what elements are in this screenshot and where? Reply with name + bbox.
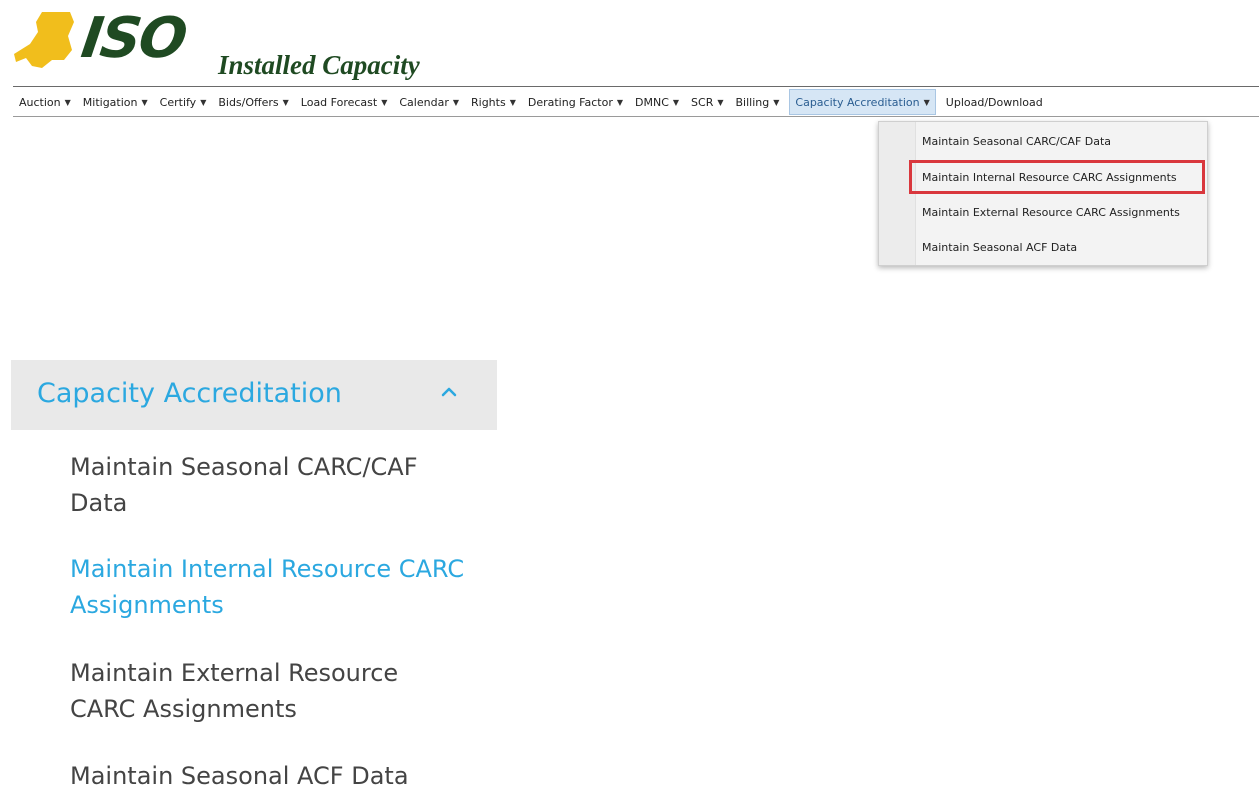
caret-down-icon: ▼: [672, 97, 680, 107]
side-item-seasonal-acf[interactable]: Maintain Seasonal ACF Data: [70, 758, 470, 794]
caret-down-icon: ▼: [200, 97, 207, 107]
caret-down-icon: ▼: [452, 97, 459, 107]
caret-down-icon: ▼: [773, 97, 780, 107]
menu-label: Capacity Accreditation: [795, 95, 920, 109]
header-divider: [13, 86, 1259, 87]
caret-down-icon: ▼: [64, 97, 71, 107]
caret-down-icon: ▼: [717, 97, 724, 107]
menu-label: Auction: [19, 95, 61, 109]
menu-label: Mitigation: [82, 95, 138, 109]
dropdown-item-external-resource-carc[interactable]: Maintain External Resource CARC Assignme…: [915, 195, 1205, 229]
caret-down-icon: ▼: [509, 97, 516, 107]
menu-label: Certify: [159, 95, 197, 109]
menu-bids-offers[interactable]: Bids/Offers ▼: [212, 88, 294, 116]
menu-upload-download[interactable]: Upload/Download: [940, 88, 1049, 116]
menu-scr[interactable]: SCR ▼: [685, 88, 729, 116]
menu-label: Derating Factor: [527, 95, 613, 109]
side-item-internal-resource-carc[interactable]: Maintain Internal Resource CARC Assignme…: [70, 551, 470, 623]
caret-down-icon: ▼: [141, 97, 148, 107]
dropdown-item-seasonal-carc-caf[interactable]: Maintain Seasonal CARC/CAF Data: [915, 124, 1205, 158]
menu-rights[interactable]: Rights ▼: [465, 88, 522, 116]
menu-label: Load Forecast: [300, 95, 378, 109]
menu-label: SCR: [691, 95, 714, 109]
dropdown-item-seasonal-acf[interactable]: Maintain Seasonal ACF Data: [915, 230, 1205, 264]
caret-down-icon: ▼: [923, 97, 930, 107]
menu-mitigation[interactable]: Mitigation ▼: [77, 88, 154, 116]
caret-down-icon: ▼: [282, 97, 289, 107]
new-york-state-logo-icon: [14, 12, 74, 68]
main-menu-bar: Auction ▼ Mitigation ▼ Certify ▼ Bids/Offer…: [13, 88, 1259, 117]
menu-derating-factor[interactable]: Derating Factor ▼: [522, 88, 629, 116]
page-header: ISO Installed Capacity: [0, 0, 1259, 88]
app-title: Installed Capacity: [218, 50, 420, 80]
side-item-external-resource-carc[interactable]: Maintain External Resource CARC Assignme…: [70, 655, 470, 727]
menu-dmnc[interactable]: DMNC ▼: [629, 88, 685, 116]
caret-down-icon: ▼: [381, 97, 388, 107]
menu-capacity-accreditation[interactable]: Capacity Accreditation ▼: [789, 89, 936, 115]
iso-logo-text: ISO: [77, 6, 190, 71]
menu-label: Bids/Offers: [218, 95, 279, 109]
panel-title: Capacity Accreditation: [37, 378, 342, 409]
menu-calendar[interactable]: Calendar ▼: [393, 88, 465, 116]
menu-auction[interactable]: Auction ▼: [13, 88, 77, 116]
menu-label: Billing: [735, 95, 770, 109]
dropdown-item-internal-resource-carc[interactable]: Maintain Internal Resource CARC Assignme…: [909, 160, 1205, 194]
chevron-up-icon[interactable]: [439, 382, 459, 402]
capacity-accreditation-dropdown: Maintain Seasonal CARC/CAF Data Maintain…: [878, 121, 1208, 266]
capacity-accreditation-panel-header[interactable]: Capacity Accreditation: [11, 360, 497, 430]
menu-label: DMNC: [635, 95, 669, 109]
side-item-seasonal-carc-caf[interactable]: Maintain Seasonal CARC/CAF Data: [70, 449, 470, 521]
menu-label: Rights: [471, 95, 506, 109]
menu-label: Upload/Download: [945, 95, 1043, 109]
menu-load-forecast[interactable]: Load Forecast ▼: [295, 88, 394, 116]
menu-label: Calendar: [399, 95, 449, 109]
menu-billing[interactable]: Billing ▼: [730, 88, 786, 116]
caret-down-icon: ▼: [616, 97, 624, 107]
menu-certify[interactable]: Certify ▼: [154, 88, 213, 116]
